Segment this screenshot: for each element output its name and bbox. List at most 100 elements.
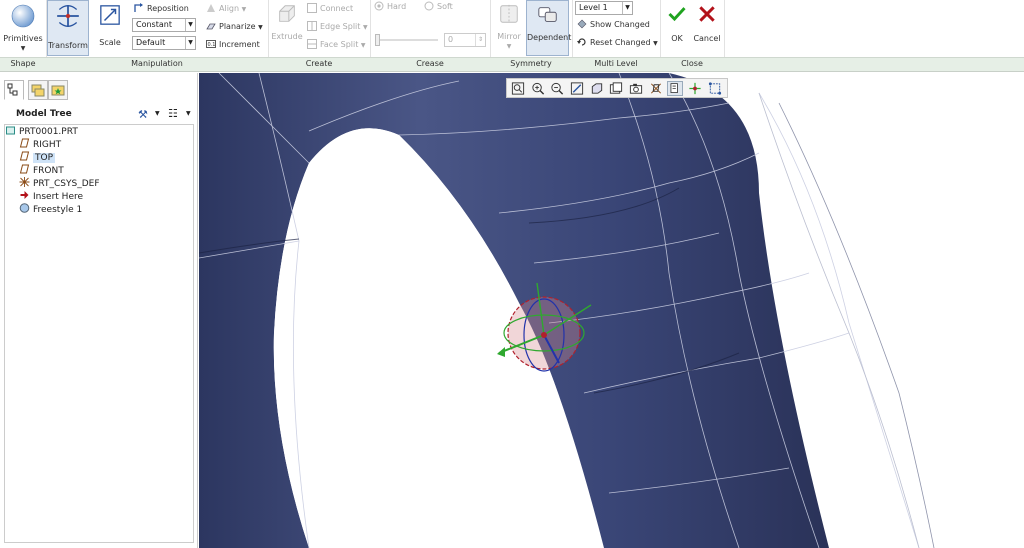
cancel-button[interactable]: Cancel	[692, 0, 722, 43]
dependent-button[interactable]: Dependent	[526, 0, 571, 56]
hard-radio[interactable]: Hard	[374, 1, 406, 13]
default-value: Default	[136, 38, 166, 47]
tree-item-label: PRT_CSYS_DEF	[33, 179, 100, 189]
ribbon: Primitives ▼ Transform Scale Reposition …	[0, 0, 1024, 72]
edge-split-button[interactable]: Edge Split ▼	[307, 21, 368, 34]
extrude-button[interactable]: Extrude	[270, 0, 304, 41]
settings-tool-icon[interactable]: ⚒	[138, 108, 148, 121]
tree-item-right[interactable]: RIGHT	[19, 138, 61, 151]
display-style-button[interactable]	[589, 81, 605, 96]
reset-changed-button[interactable]: Reset Changed ▼	[577, 37, 658, 50]
svg-text:0.1: 0.1	[208, 42, 216, 48]
chevron-down-icon: ▼	[622, 2, 632, 14]
soft-radio[interactable]: Soft	[424, 1, 453, 13]
chevron-down-icon: ▼	[185, 19, 195, 31]
ok-button[interactable]: OK	[664, 0, 690, 43]
show-changed-icon	[577, 19, 587, 29]
tab-model-tree[interactable]	[4, 80, 24, 100]
level-select[interactable]: Level 1 ▼	[575, 1, 633, 15]
tree-item-freestyle[interactable]: Freestyle 1	[19, 203, 82, 216]
planarize-icon	[206, 23, 216, 30]
reposition-button[interactable]: Reposition	[134, 3, 189, 15]
close-x-icon	[699, 6, 715, 22]
chevron-down-icon[interactable]: ▼	[186, 110, 191, 117]
datum-display-button[interactable]	[648, 81, 664, 96]
chevron-down-icon[interactable]: ▼	[155, 110, 160, 117]
datum-plane-icon	[19, 151, 30, 161]
spin-center-button[interactable]	[687, 81, 703, 96]
mirror-icon	[500, 4, 518, 24]
checkmark-icon	[668, 7, 686, 22]
freestyle-model[interactable]	[199, 73, 1024, 548]
group-label-close: Close	[681, 59, 703, 68]
spinner-icon[interactable]: ⇕	[475, 34, 485, 46]
tree-item-part[interactable]: PRT0001.PRT	[5, 125, 78, 138]
scale-button[interactable]: Scale	[92, 0, 128, 47]
graphics-toolbar	[506, 78, 728, 98]
show-changed-label: Show Changed	[590, 20, 650, 29]
transform-button[interactable]: Transform	[47, 0, 89, 56]
chevron-down-icon: ▼	[360, 42, 366, 49]
primitives-button[interactable]: Primitives ▼	[2, 0, 44, 52]
show-columns-icon[interactable]: ☷	[168, 107, 178, 120]
planarize-button[interactable]: Planarize ▼	[206, 21, 263, 34]
ok-label: OK	[671, 34, 683, 43]
radio-icon	[424, 1, 434, 11]
tab-folder-browser[interactable]	[28, 80, 48, 100]
show-changed-button[interactable]: Show Changed	[577, 19, 650, 31]
face-split-label: Face Split	[320, 40, 359, 49]
chevron-down-icon: ▼	[258, 24, 263, 31]
tree-item-label: RIGHT	[33, 140, 62, 150]
edge-split-label: Edge Split	[320, 22, 361, 31]
tree-item-csys[interactable]: PRT_CSYS_DEF	[19, 177, 100, 190]
mirror-button[interactable]: Mirror ▼	[492, 0, 526, 50]
face-split-icon	[307, 39, 317, 49]
dependent-icon	[537, 7, 557, 22]
face-split-button[interactable]: Face Split ▼	[307, 39, 366, 52]
transform-icon	[57, 5, 79, 27]
annotation-display-button[interactable]	[667, 81, 683, 96]
align-button[interactable]: Align ▼	[206, 3, 246, 16]
graphics-viewport[interactable]	[199, 73, 1024, 548]
slider-thumb[interactable]	[375, 34, 380, 46]
transform-label: Transform	[48, 41, 88, 50]
tree-item-front[interactable]: FRONT	[19, 164, 64, 177]
extrude-label: Extrude	[271, 32, 303, 41]
connect-button[interactable]: Connect	[307, 3, 353, 15]
zoom-in-button[interactable]	[530, 81, 546, 96]
tree-item-insert-here[interactable]: Insert Here	[19, 190, 83, 203]
tree-item-top[interactable]: TOP	[19, 151, 56, 164]
crease-slider[interactable]	[375, 34, 438, 46]
default-select[interactable]: Default ▼	[132, 36, 196, 50]
constant-select[interactable]: Constant ▼	[132, 18, 196, 32]
saved-views-icon	[609, 82, 623, 94]
connect-label: Connect	[320, 4, 354, 13]
hard-label: Hard	[387, 2, 407, 11]
increment-button[interactable]: 0.1 Increment	[206, 39, 260, 51]
saved-views-button[interactable]	[608, 81, 624, 96]
zoom-in-icon	[532, 82, 545, 95]
refit-button[interactable]	[510, 81, 526, 96]
refit-icon	[511, 82, 525, 95]
camera-icon	[629, 83, 643, 94]
tab-favorites[interactable]	[48, 80, 68, 100]
reset-changed-label: Reset Changed	[590, 38, 651, 47]
cancel-label: Cancel	[693, 34, 721, 43]
group-label-multi-level: Multi Level	[594, 59, 638, 68]
tree-item-label: Freestyle 1	[33, 205, 83, 215]
reposition-icon	[134, 3, 143, 12]
cage-display-button[interactable]	[707, 81, 723, 96]
part-icon	[6, 126, 15, 135]
chevron-down-icon: ▼	[20, 45, 26, 52]
repaint-button[interactable]	[569, 81, 585, 96]
view-manager-button[interactable]	[628, 81, 644, 96]
align-label: Align	[219, 4, 240, 13]
group-label-shape: Shape	[10, 59, 36, 68]
zoom-out-button[interactable]	[549, 81, 565, 96]
folder-tree-icon	[31, 84, 45, 97]
model-tree-header: Model Tree ⚒ ▼ ☷ ▼	[4, 105, 194, 125]
datum-plane-icon	[19, 164, 30, 174]
datum-plane-icon	[19, 138, 30, 148]
crease-value-field[interactable]: 0 ⇕	[444, 33, 486, 47]
primitives-label: Primitives	[3, 34, 43, 43]
